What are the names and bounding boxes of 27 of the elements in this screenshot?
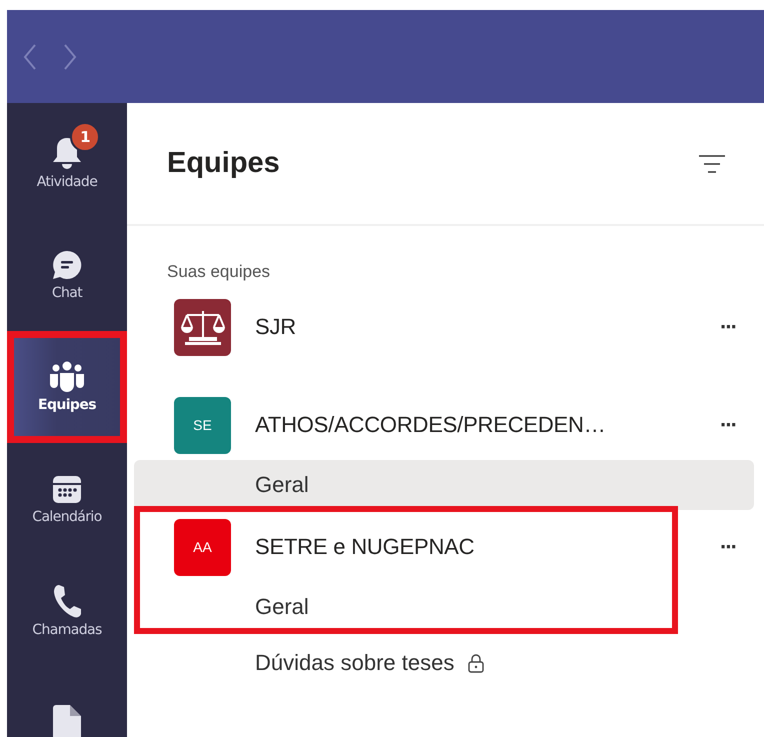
- channel-item[interactable]: Geral: [134, 582, 754, 632]
- notification-badge: 1: [70, 122, 100, 152]
- app-bar-item[interactable]: Calendário: [7, 443, 127, 555]
- channel-name: Geral: [255, 594, 309, 620]
- more-button[interactable]: ···: [714, 534, 742, 560]
- team-name[interactable]: SJR: [255, 314, 714, 340]
- bell-icon: [52, 136, 82, 170]
- team-name[interactable]: SETRE e NUGEPNAC: [255, 534, 714, 560]
- channel-name: Dúvidas sobre teses: [255, 650, 454, 676]
- chat-icon: [51, 249, 83, 281]
- people-icon: [48, 361, 86, 393]
- app-bar-item[interactable]: 1 Atividade: [7, 107, 127, 219]
- team-avatar: AA: [174, 518, 231, 576]
- app-bar-item[interactable]: Chamadas: [7, 555, 127, 667]
- channel-item[interactable]: Geral: [134, 460, 754, 510]
- channel-item[interactable]: Dúvidas sobre teses: [134, 638, 754, 688]
- section-heading: Suas equipes: [166, 261, 272, 283]
- panel-title: Equipes: [167, 147, 280, 180]
- team-name[interactable]: ATHOS/ACCORDES/PRECEDEN…: [255, 412, 714, 438]
- calendar-icon: [51, 473, 83, 505]
- more-button[interactable]: ···: [714, 314, 742, 340]
- app-bar-item[interactable]: Chat: [7, 219, 127, 331]
- app-bar-item[interactable]: Equipes: [7, 331, 127, 443]
- phone-icon: [52, 584, 82, 618]
- more-button[interactable]: ···: [714, 412, 742, 438]
- channel-name: Geral: [255, 472, 309, 498]
- team-avatar: SE: [174, 396, 231, 454]
